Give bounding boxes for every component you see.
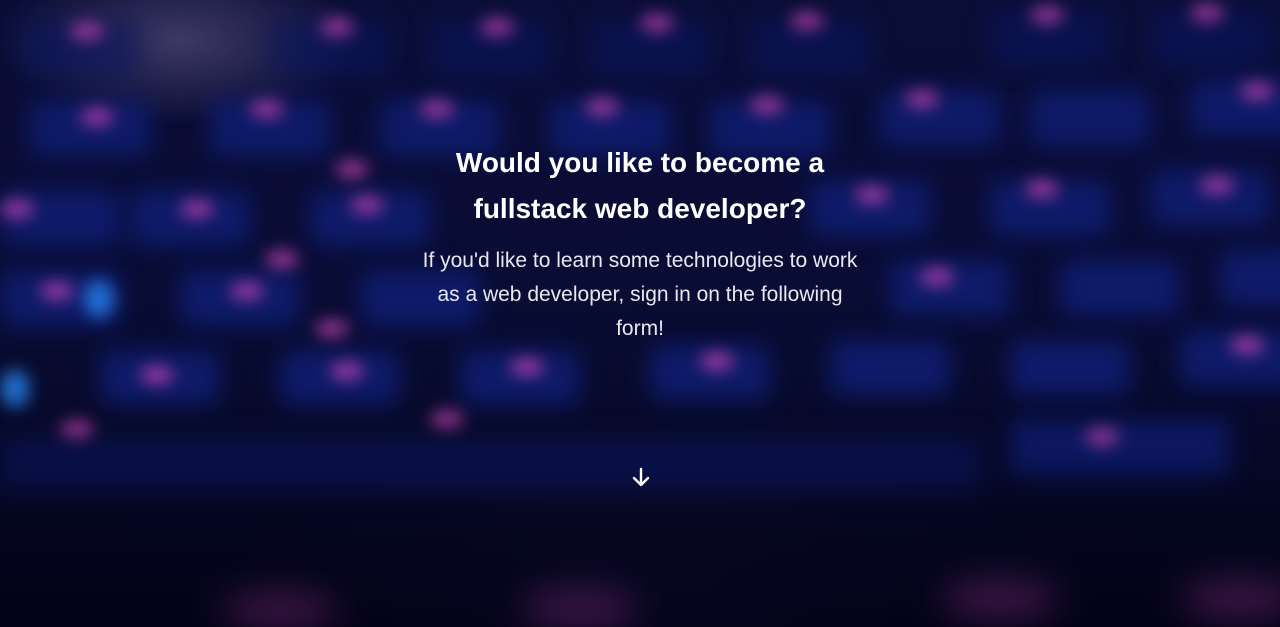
arrow-down-icon[interactable] — [629, 466, 653, 490]
hero-content: Would you like to become a fullstack web… — [0, 140, 1280, 346]
hero-section: Would you like to become a fullstack web… — [0, 0, 1280, 627]
hero-title: Would you like to become a fullstack web… — [455, 147, 825, 224]
hero-subtitle: If you'd like to learn some technologies… — [422, 249, 858, 340]
